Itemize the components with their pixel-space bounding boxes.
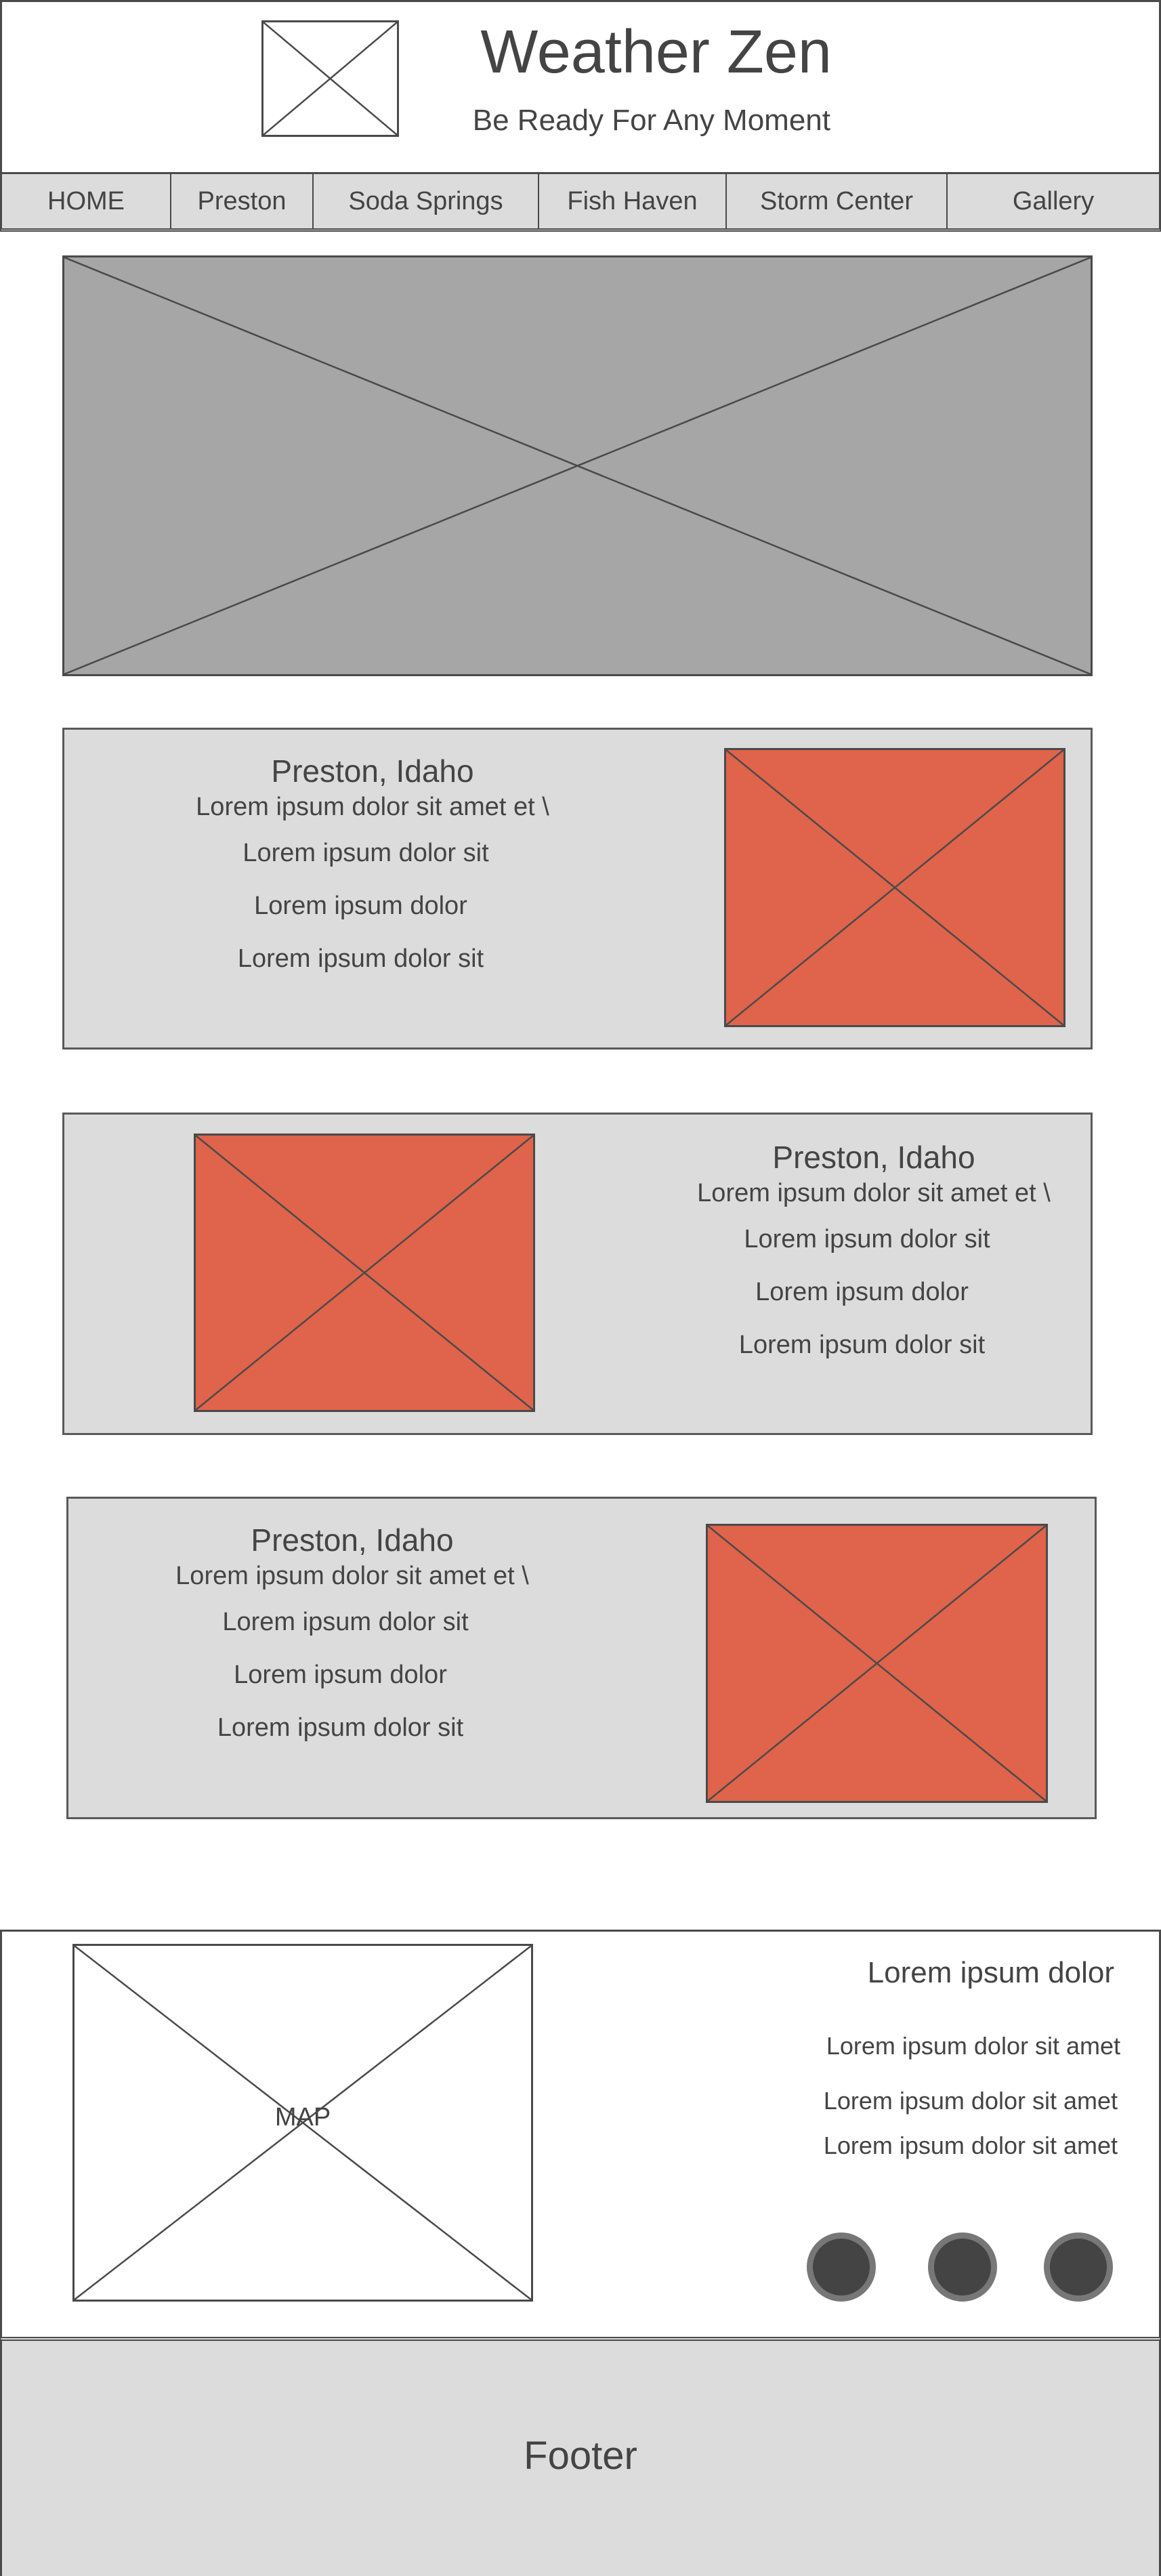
- social-icon-3[interactable]: [1044, 2232, 1113, 2302]
- town-card-line: Lorem ipsum dolor sit: [744, 1225, 990, 1253]
- town-card-3-text: Preston, Idaho Lorem ipsum dolor sit ame…: [163, 1521, 542, 1745]
- town-card-line: Lorem ipsum dolor sit amet et \: [175, 1562, 529, 1590]
- site-title: Weather Zen: [480, 18, 832, 86]
- town-card-2-image-placeholder-icon: [194, 1134, 535, 1412]
- town-card-2-text: Preston, Idaho Lorem ipsum dolor sit ame…: [684, 1138, 1063, 1362]
- town-card-line: Lorem ipsum dolor: [234, 1661, 447, 1689]
- nav-item-storm-center[interactable]: Storm Center: [727, 174, 948, 228]
- town-card-line: Lorem ipsum dolor sit amet et \: [697, 1179, 1051, 1207]
- town-card-line: Lorem ipsum dolor sit: [222, 1608, 469, 1636]
- town-card-line: Lorem ipsum dolor: [755, 1278, 969, 1306]
- main-nav: HOME Preston Soda Springs Fish Haven Sto…: [0, 172, 1161, 232]
- contact-line: Lorem ipsum dolor sit amet: [823, 2087, 1118, 2115]
- logo-image-placeholder-icon[interactable]: [261, 20, 399, 137]
- social-icon-2[interactable]: [928, 2232, 997, 2302]
- contact-heading: Lorem ipsum dolor: [867, 1956, 1114, 1989]
- town-card-line: Lorem ipsum dolor sit: [217, 1713, 464, 1742]
- town-card-title: Preston, Idaho: [772, 1140, 975, 1175]
- town-card-3-image-placeholder-icon: [706, 1524, 1048, 1803]
- town-card-line: Lorem ipsum dolor sit: [237, 944, 484, 973]
- site-tagline: Be Ready For Any Moment: [472, 104, 830, 137]
- town-card-line: Lorem ipsum dolor sit: [738, 1331, 986, 1359]
- town-card-line: Lorem ipsum dolor sit: [242, 839, 489, 867]
- nav-item-home[interactable]: HOME: [2, 174, 171, 228]
- town-card-title: Preston, Idaho: [251, 1522, 454, 1558]
- nav-item-gallery[interactable]: Gallery: [948, 174, 1159, 228]
- town-card-1-text: Preston, Idaho Lorem ipsum dolor sit ame…: [183, 752, 562, 976]
- nav-item-preston[interactable]: Preston: [171, 174, 314, 228]
- footer-text: Footer: [524, 2434, 637, 2478]
- map-label: MAP: [274, 2103, 331, 2132]
- nav-item-fish-haven[interactable]: Fish Haven: [539, 174, 727, 228]
- town-card-1-image-placeholder-icon: [724, 748, 1065, 1027]
- contact-line: Lorem ipsum dolor sit amet: [823, 2132, 1118, 2159]
- town-card-line: Lorem ipsum dolor: [254, 892, 467, 920]
- town-card-line: Lorem ipsum dolor sit amet et \: [196, 793, 549, 821]
- nav-item-soda-springs[interactable]: Soda Springs: [314, 174, 539, 228]
- hero-image-placeholder-icon: [62, 255, 1093, 676]
- town-card-title: Preston, Idaho: [271, 753, 474, 789]
- social-icon-1[interactable]: [807, 2232, 876, 2302]
- contact-line: Lorem ipsum dolor sit amet: [826, 2032, 1120, 2060]
